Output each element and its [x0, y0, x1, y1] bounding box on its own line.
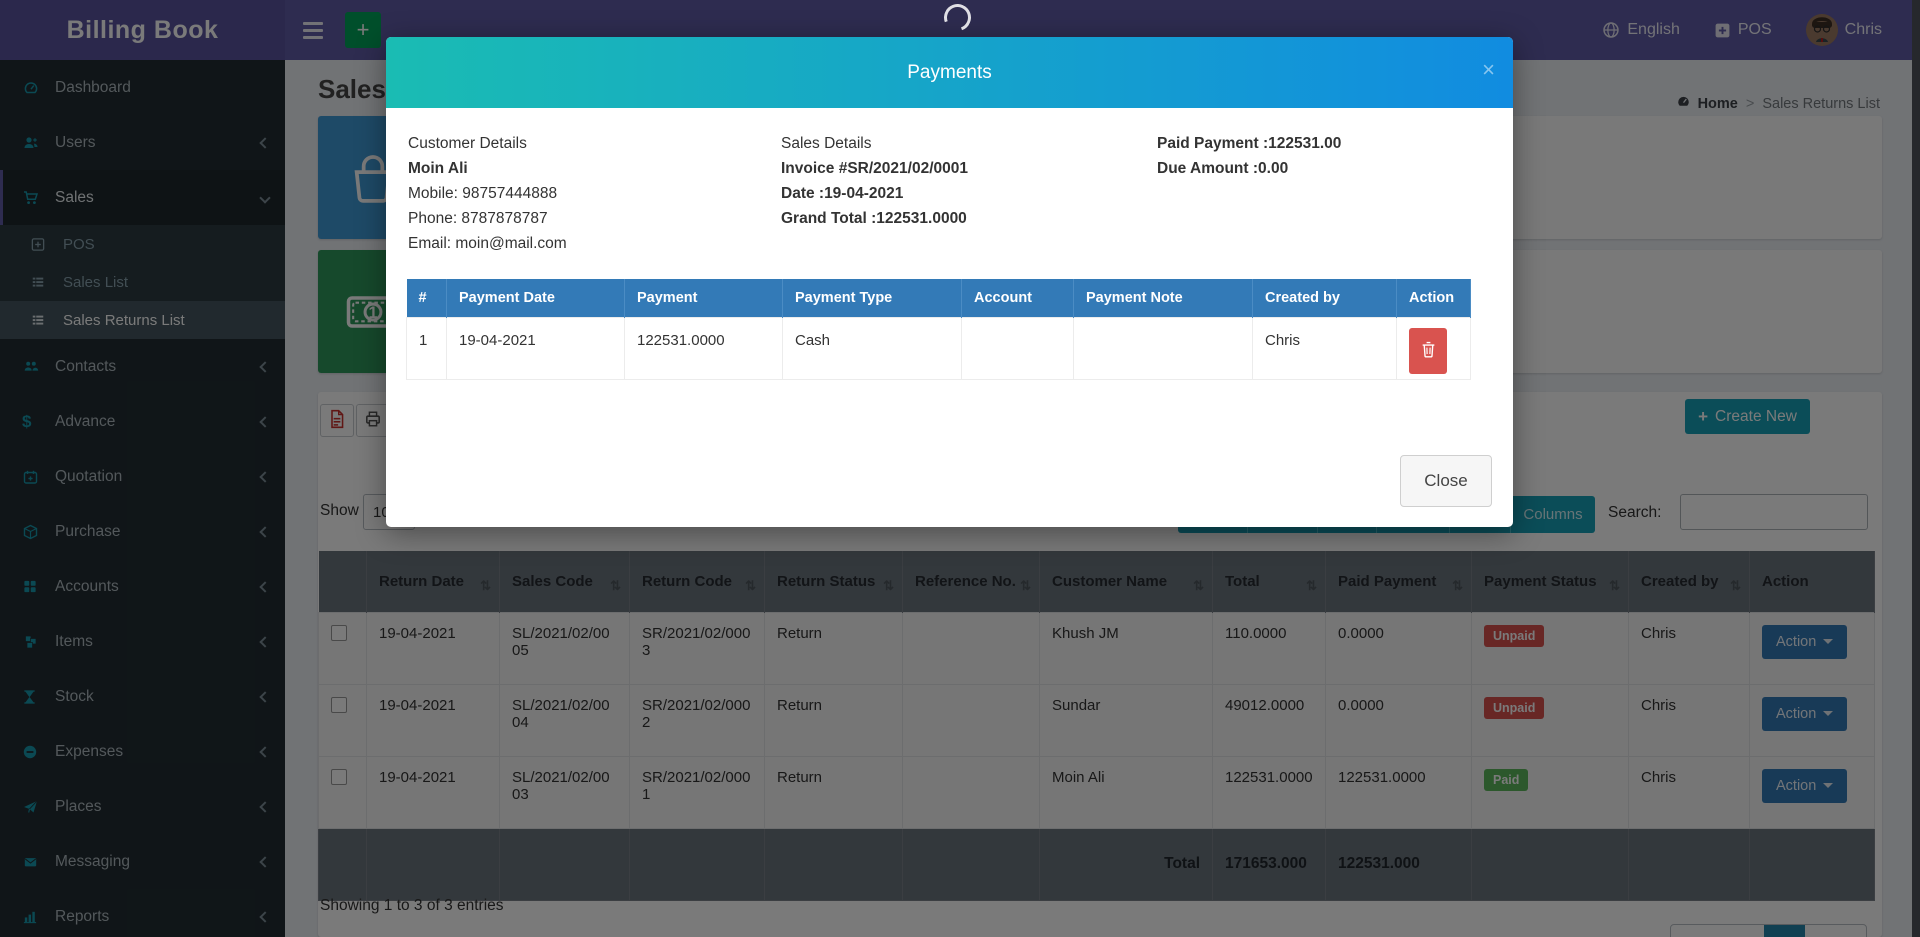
col-created-by: Created by [1253, 279, 1397, 317]
col-payment-note: Payment Note [1074, 279, 1253, 317]
customer-mobile: Mobile: 98757444888 [408, 181, 567, 206]
paid-payment: Paid Payment :122531.00 [1157, 131, 1341, 156]
col-payment: Payment [625, 279, 783, 317]
payment-summary: Paid Payment :122531.00 Due Amount :0.00 [1157, 131, 1341, 181]
payments-modal: Payments × Customer Details Moin Ali Mob… [386, 37, 1513, 527]
scrollbar[interactable] [1912, 0, 1920, 937]
sales-details-heading: Sales Details [781, 131, 968, 156]
col-action: Action [1397, 279, 1471, 317]
customer-name: Moin Ali [408, 156, 567, 181]
modal-title: Payments [907, 62, 991, 84]
grand-total: Grand Total :122531.0000 [781, 206, 968, 231]
payment-row: 1 19-04-2021 122531.0000 Cash Chris [407, 317, 1471, 379]
customer-phone: Phone: 8787878787 [408, 206, 567, 231]
sales-details: Sales Details Invoice #SR/2021/02/0001 D… [781, 131, 968, 231]
modal-header: Payments × [386, 37, 1513, 108]
payments-table: # Payment Date Payment Payment Type Acco… [406, 279, 1471, 380]
customer-details-heading: Customer Details [408, 131, 567, 156]
app-window: Billing Book + English POS Chris [0, 0, 1920, 937]
trash-icon [1421, 341, 1436, 361]
customer-details: Customer Details Moin Ali Mobile: 987574… [408, 131, 567, 256]
modal-close-button[interactable]: Close [1400, 455, 1492, 507]
due-amount: Due Amount :0.00 [1157, 156, 1341, 181]
col-payment-date: Payment Date [447, 279, 625, 317]
invoice-number: Invoice #SR/2021/02/0001 [781, 156, 968, 181]
invoice-date: Date :19-04-2021 [781, 181, 968, 206]
col-account: Account [962, 279, 1074, 317]
col-num: # [407, 279, 447, 317]
payments-header-row: # Payment Date Payment Payment Type Acco… [407, 279, 1471, 317]
customer-email: Email: moin@mail.com [408, 231, 567, 256]
close-icon[interactable]: × [1482, 59, 1495, 81]
col-payment-type: Payment Type [783, 279, 962, 317]
delete-payment-button[interactable] [1409, 328, 1447, 374]
